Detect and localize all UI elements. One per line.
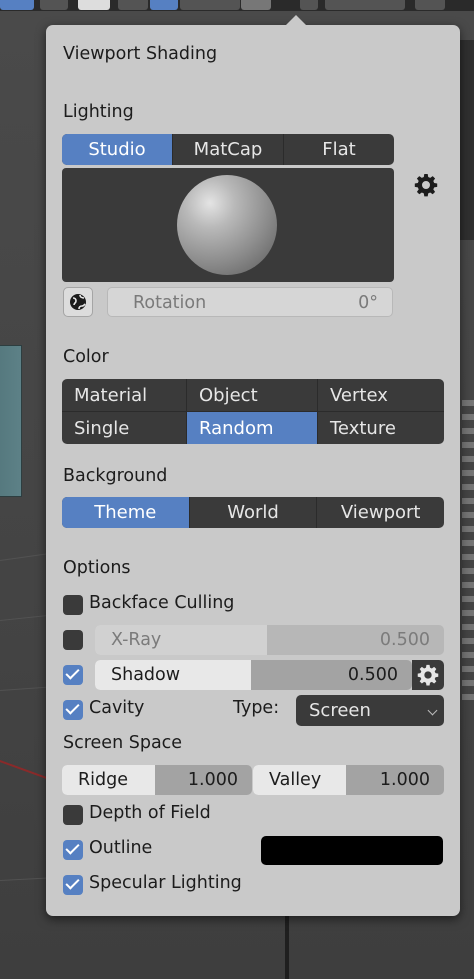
xray-label: X-Ray — [111, 630, 162, 650]
gear-icon — [414, 174, 438, 197]
studio-light-preview[interactable] — [62, 168, 394, 282]
color-vertex-button[interactable]: Vertex — [317, 379, 444, 411]
color-texture-button[interactable]: Texture — [317, 411, 444, 444]
cavity-label[interactable]: Cavity — [89, 698, 144, 718]
rotation-label: Rotation — [133, 293, 207, 313]
color-mode-selector: Material Object Vertex Single Random Tex… — [62, 379, 444, 444]
cube-object[interactable] — [0, 345, 22, 497]
depth-of-field-checkbox[interactable] — [63, 805, 83, 825]
xray-checkbox[interactable] — [63, 630, 83, 650]
lighting-mode-selector: Studio MatCap Flat — [62, 134, 394, 165]
outline-checkbox[interactable] — [63, 840, 83, 860]
header-button[interactable] — [415, 0, 445, 10]
header-button[interactable] — [0, 0, 34, 10]
cavity-type-value: Screen — [309, 700, 371, 721]
shading-button[interactable] — [180, 0, 240, 10]
color-object-button[interactable]: Object — [186, 379, 317, 411]
screen-space-heading: Screen Space — [63, 733, 183, 753]
color-single-button[interactable]: Single — [62, 411, 186, 444]
valley-value: 1.000 — [379, 770, 430, 790]
ridge-value: 1.000 — [187, 770, 238, 790]
preview-sphere — [177, 175, 277, 275]
background-viewport-button[interactable]: Viewport — [316, 497, 444, 528]
valley-label: Valley — [269, 770, 322, 790]
shadow-value: 0.500 — [347, 665, 398, 685]
popover-arrow — [286, 15, 306, 25]
color-heading: Color — [63, 347, 109, 367]
outline-color-swatch[interactable] — [261, 836, 443, 865]
scene-object-edge — [462, 400, 474, 700]
xray-slider[interactable]: X-Ray 0.500 — [95, 625, 444, 655]
globe-icon — [70, 294, 86, 310]
chevron-down-icon — [427, 705, 438, 716]
header-button[interactable] — [78, 0, 110, 10]
lighting-studio-button[interactable]: Studio — [62, 134, 172, 165]
side-panel-edge — [460, 40, 474, 240]
rotation-value: 0° — [358, 293, 378, 313]
depth-of-field-label[interactable]: Depth of Field — [89, 803, 211, 823]
cavity-checkbox[interactable] — [63, 700, 83, 720]
preferences-gear-button[interactable] — [412, 171, 440, 199]
shadow-settings-button[interactable] — [412, 660, 444, 690]
shading-solid-button[interactable] — [150, 0, 178, 10]
xray-value: 0.500 — [379, 630, 430, 650]
rotation-field[interactable]: Rotation 0° — [107, 287, 393, 317]
background-theme-button[interactable]: Theme — [62, 497, 189, 528]
backface-culling-label[interactable]: Backface Culling — [89, 593, 234, 613]
cavity-type-label: Type: — [233, 698, 280, 718]
valley-slider[interactable]: Valley 1.000 — [253, 765, 444, 795]
background-world-button[interactable]: World — [188, 497, 317, 528]
cavity-type-dropdown[interactable]: Screen — [296, 695, 444, 726]
ridge-slider[interactable]: Ridge 1.000 — [62, 765, 252, 795]
lighting-matcap-button[interactable]: MatCap — [172, 134, 283, 165]
world-lighting-toggle[interactable] — [63, 287, 93, 317]
shading-popover-button[interactable] — [241, 0, 271, 10]
header-bar — [0, 0, 474, 11]
gear-icon — [417, 664, 439, 686]
popover-title: Viewport Shading — [63, 44, 218, 64]
lighting-flat-button[interactable]: Flat — [283, 134, 394, 165]
header-button[interactable] — [40, 0, 68, 10]
options-heading: Options — [63, 558, 131, 578]
color-random-button[interactable]: Random — [186, 411, 317, 444]
shadow-label: Shadow — [111, 665, 181, 685]
specular-lighting-checkbox[interactable] — [63, 875, 83, 895]
ridge-label: Ridge — [78, 770, 129, 790]
viewport-shading-popover: Viewport Shading Lighting Studio MatCap … — [46, 15, 460, 916]
outline-label[interactable]: Outline — [89, 838, 152, 858]
background-mode-selector: Theme World Viewport — [62, 497, 444, 528]
backface-culling-checkbox[interactable] — [63, 595, 83, 615]
shadow-slider[interactable]: Shadow 0.500 — [95, 660, 412, 690]
shadow-checkbox[interactable] — [63, 665, 83, 685]
background-heading: Background — [63, 466, 168, 486]
specular-lighting-label[interactable]: Specular Lighting — [89, 873, 242, 893]
color-material-button[interactable]: Material — [62, 379, 186, 411]
shading-button[interactable] — [118, 0, 148, 10]
header-button[interactable] — [300, 0, 318, 10]
lighting-heading: Lighting — [63, 102, 134, 122]
header-button[interactable] — [325, 0, 405, 10]
